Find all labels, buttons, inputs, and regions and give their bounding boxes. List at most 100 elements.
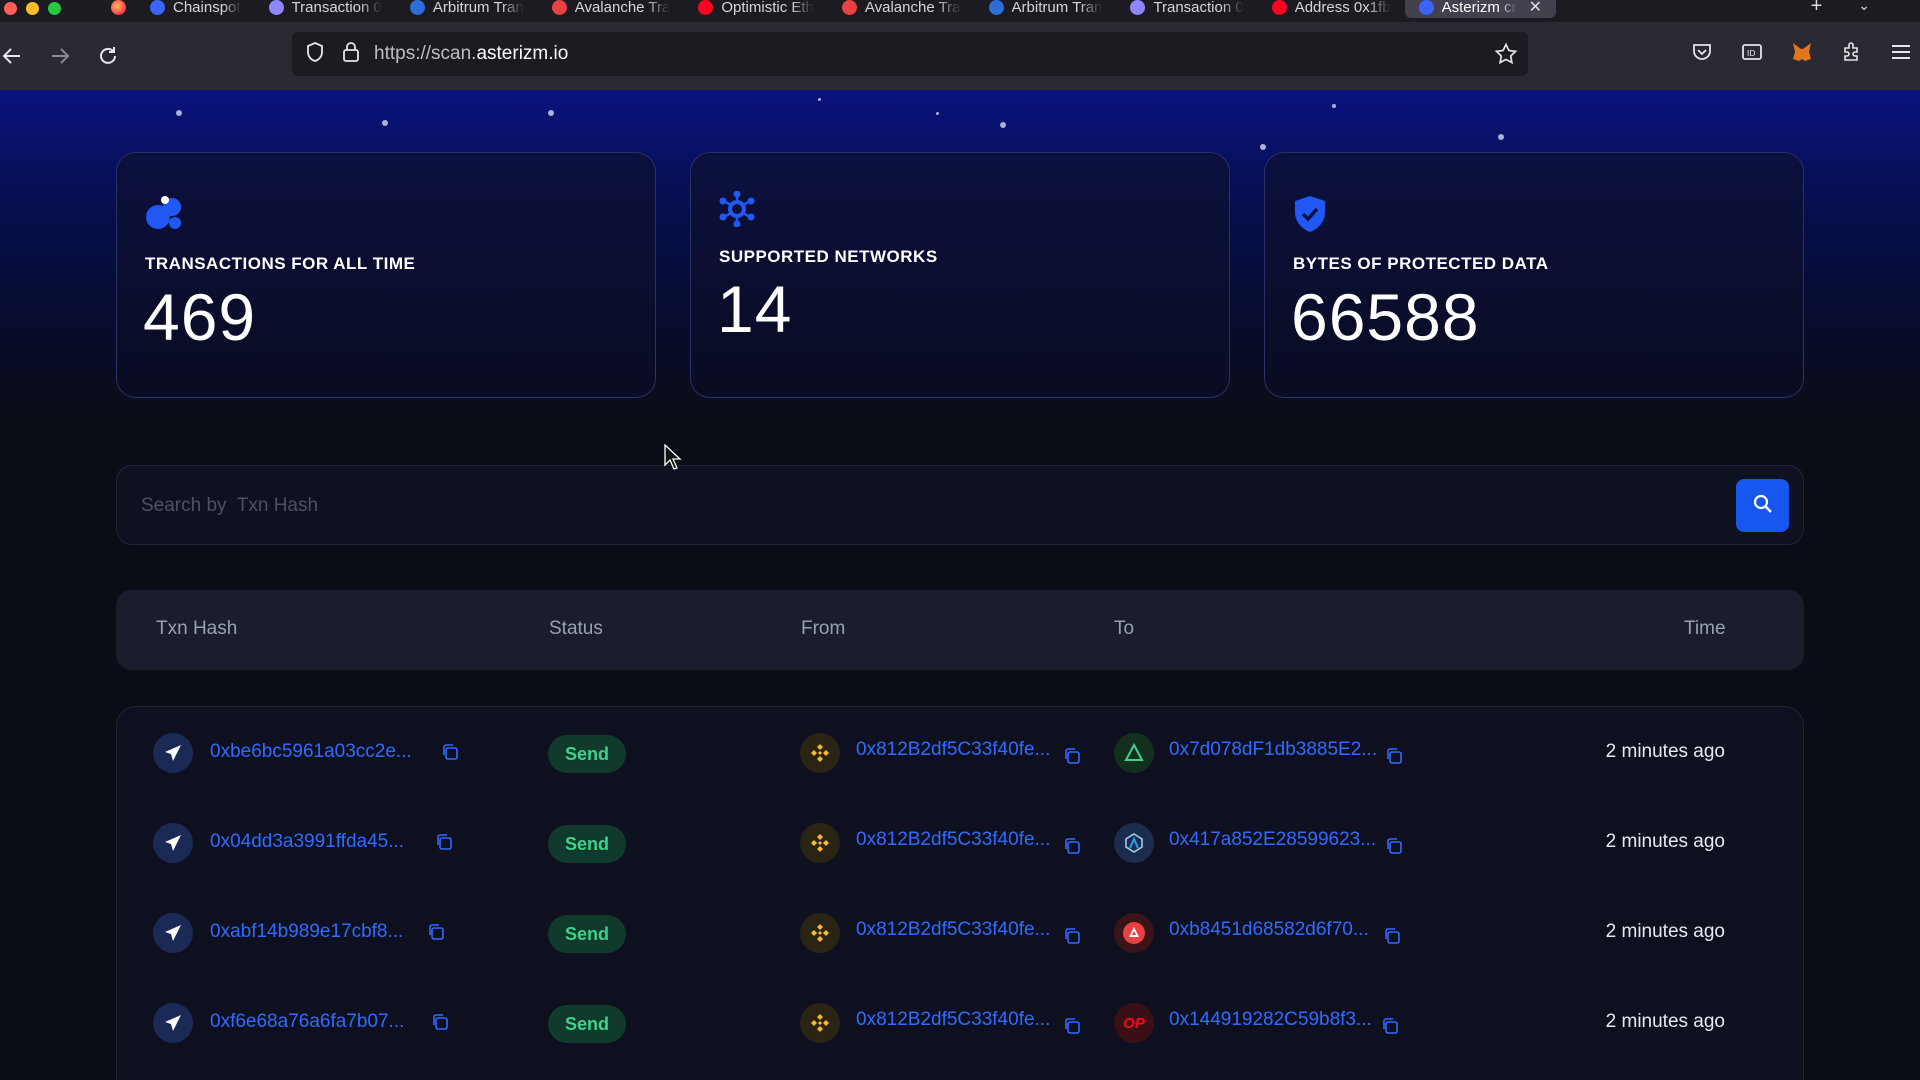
to-address-link[interactable]: 0x144919282C59b8f3... bbox=[1169, 1009, 1372, 1031]
tab-favicon-icon bbox=[268, 0, 284, 15]
tab-favicon-icon bbox=[551, 0, 567, 15]
send-plane-icon bbox=[153, 733, 193, 773]
to-address-link[interactable]: 0x7d078dF1db3885E2... bbox=[1169, 739, 1377, 761]
decorative-star bbox=[936, 112, 939, 115]
copy-icon[interactable] bbox=[1383, 927, 1401, 945]
copy-icon[interactable] bbox=[435, 833, 453, 851]
tab-label: Asterizm cr bbox=[1441, 0, 1517, 16]
from-address-link[interactable]: 0x812B2df5C33f40fe... bbox=[856, 829, 1050, 851]
extensions-puzzle-icon[interactable] bbox=[1840, 40, 1864, 69]
forward-icon[interactable] bbox=[36, 45, 84, 67]
bubbles-icon bbox=[145, 193, 187, 240]
search-button[interactable] bbox=[1736, 479, 1789, 532]
address-bar[interactable]: https://scan.asterizm.io bbox=[292, 32, 1528, 76]
firefox-view-tab[interactable] bbox=[101, 0, 136, 18]
copy-icon[interactable] bbox=[441, 743, 459, 761]
status-badge: Send bbox=[548, 825, 626, 863]
send-plane-icon bbox=[153, 913, 193, 953]
txn-hash-search-input[interactable] bbox=[141, 486, 1661, 526]
close-window-button[interactable] bbox=[4, 1, 17, 15]
table-row[interactable]: 0x04dd3a3991ffda45... Send 0x812B2df5C33… bbox=[117, 797, 1805, 887]
back-icon[interactable] bbox=[0, 45, 36, 67]
copy-icon[interactable] bbox=[427, 923, 445, 941]
reload-icon[interactable] bbox=[84, 45, 132, 67]
browser-tab[interactable]: Avalanche Tra bbox=[828, 0, 975, 18]
status-badge: Send bbox=[548, 915, 626, 953]
copy-icon[interactable] bbox=[431, 1013, 449, 1031]
txn-hash-link[interactable]: 0xabf14b989e17cbf8... bbox=[210, 921, 403, 943]
copy-icon[interactable] bbox=[1063, 747, 1081, 765]
window-controls bbox=[0, 1, 61, 15]
reader-extension-icon[interactable]: ID bbox=[1740, 40, 1764, 69]
decorative-star bbox=[382, 120, 388, 126]
from-address-link[interactable]: 0x812B2df5C33f40fe... bbox=[856, 919, 1050, 941]
list-all-tabs-icon[interactable]: ⌄ bbox=[1858, 0, 1870, 18]
column-header-to: To bbox=[1114, 618, 1135, 639]
to-address-link[interactable]: 0xb8451d68582d6f70... bbox=[1169, 919, 1369, 941]
new-tab-icon[interactable]: + bbox=[1811, 0, 1823, 18]
mouse-cursor-icon bbox=[664, 443, 682, 475]
time-ago: 2 minutes ago bbox=[1605, 831, 1725, 852]
copy-icon[interactable] bbox=[1381, 1017, 1399, 1035]
time-ago: 2 minutes ago bbox=[1605, 741, 1725, 762]
to-address-link[interactable]: 0x417a852E28599623... bbox=[1169, 829, 1376, 851]
tab-label: Transaction 0 bbox=[291, 0, 382, 16]
stat-value: 14 bbox=[717, 272, 793, 346]
lock-icon[interactable] bbox=[342, 41, 360, 68]
tab-label: Chainspot bbox=[173, 0, 241, 16]
stat-label: SUPPORTED NETWORKS bbox=[719, 247, 938, 266]
minimize-window-button[interactable] bbox=[26, 1, 39, 15]
optimism-chain-text: OP bbox=[1123, 1014, 1145, 1032]
browser-tab-active[interactable]: Asterizm cr ✕ bbox=[1404, 0, 1556, 18]
table-row[interactable]: 0xabf14b989e17cbf8... Send 0x812B2df5C33… bbox=[117, 887, 1805, 977]
column-header-status: Status bbox=[549, 618, 603, 639]
transactions-table-body: 0xbe6bc5961a03cc2e... Send 0x812B2df5C33… bbox=[116, 706, 1804, 1080]
browser-tab-strip: Chainspot Transaction 0 Arbitrum Tran Av… bbox=[0, 0, 1920, 22]
browser-tab[interactable]: Avalanche Tra bbox=[538, 0, 685, 18]
url-text[interactable]: https://scan.asterizm.io bbox=[374, 43, 568, 65]
tab-favicon-icon bbox=[841, 0, 857, 15]
stat-card-protected-bytes: BYTES OF PROTECTED DATA 66588 bbox=[1264, 152, 1804, 398]
tab-label: Address 0x1fb bbox=[1294, 0, 1391, 16]
copy-icon[interactable] bbox=[1063, 927, 1081, 945]
copy-icon[interactable] bbox=[1063, 837, 1081, 855]
browser-tab[interactable]: Transaction 0 bbox=[1116, 0, 1257, 18]
browser-tab[interactable]: Optimistic Eth bbox=[684, 0, 828, 18]
from-address-link[interactable]: 0x812B2df5C33f40fe... bbox=[856, 739, 1050, 761]
browser-tab[interactable]: Chainspot bbox=[136, 0, 255, 18]
tracking-protection-shield-icon[interactable] bbox=[304, 41, 326, 68]
browser-tab[interactable]: Address 0x1fb bbox=[1258, 0, 1405, 18]
metamask-fox-icon[interactable] bbox=[1790, 40, 1814, 69]
close-tab-icon[interactable]: ✕ bbox=[1529, 0, 1542, 17]
browser-tab[interactable]: Transaction 0 bbox=[255, 0, 396, 18]
send-plane-icon bbox=[153, 823, 193, 863]
txn-hash-link[interactable]: 0xf6e68a76a6fa7b07... bbox=[210, 1011, 404, 1033]
bnb-chain-icon bbox=[800, 823, 840, 863]
toolbar-icons: ID bbox=[1690, 40, 1912, 69]
zoom-window-button[interactable] bbox=[48, 1, 61, 15]
time-ago: 2 minutes ago bbox=[1605, 1011, 1725, 1032]
table-row[interactable]: 0xf6e68a76a6fa7b07... Send 0x812B2df5C33… bbox=[117, 977, 1805, 1067]
pocket-icon[interactable] bbox=[1690, 40, 1714, 69]
stat-label: BYTES OF PROTECTED DATA bbox=[1293, 254, 1549, 273]
stat-card-networks: SUPPORTED NETWORKS 14 bbox=[690, 152, 1230, 398]
tab-favicon-icon bbox=[1418, 0, 1434, 15]
bookmark-star-icon[interactable] bbox=[1494, 42, 1518, 71]
copy-icon[interactable] bbox=[1385, 747, 1403, 765]
tab-label: Arbitrum Tran bbox=[1011, 0, 1103, 16]
txn-hash-link[interactable]: 0x04dd3a3991ffda45... bbox=[210, 831, 404, 853]
txn-hash-link[interactable]: 0xbe6bc5961a03cc2e... bbox=[210, 741, 412, 763]
from-address-link[interactable]: 0x812B2df5C33f40fe... bbox=[856, 1009, 1050, 1031]
decorative-star bbox=[1000, 122, 1006, 128]
app-menu-hamburger-icon[interactable] bbox=[1890, 40, 1912, 69]
copy-icon[interactable] bbox=[1385, 837, 1403, 855]
table-row[interactable]: 0xbe6bc5961a03cc2e... Send 0x812B2df5C33… bbox=[117, 707, 1805, 797]
gnosis-chain-icon bbox=[1114, 733, 1154, 773]
txn-search-bar bbox=[116, 465, 1804, 545]
avalanche-chain-icon bbox=[1114, 913, 1154, 953]
copy-icon[interactable] bbox=[1063, 1017, 1081, 1035]
time-ago: 2 minutes ago bbox=[1605, 921, 1725, 942]
browser-tab[interactable]: Arbitrum Tran bbox=[396, 0, 538, 18]
stat-card-transactions: TRANSACTIONS FOR ALL TIME 469 bbox=[116, 152, 656, 398]
browser-tab[interactable]: Arbitrum Tran bbox=[975, 0, 1117, 18]
